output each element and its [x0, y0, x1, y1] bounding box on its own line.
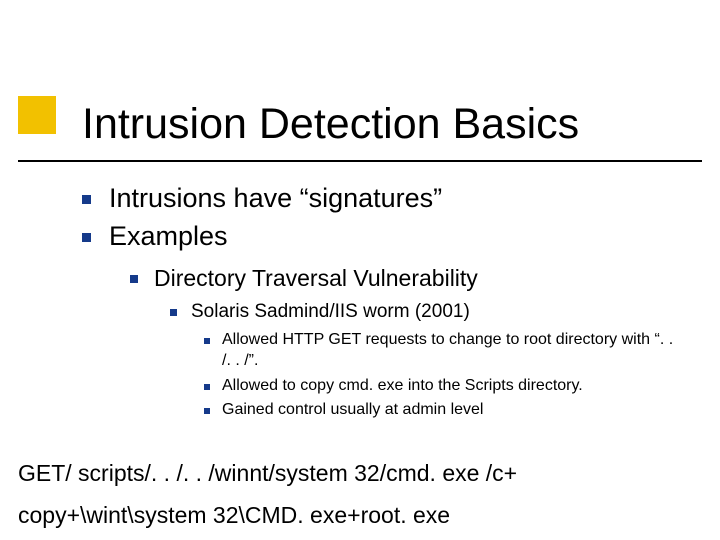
- square-bullet-icon: [170, 309, 177, 316]
- list-item: Allowed HTTP GET requests to change to r…: [204, 330, 682, 372]
- list-item: Allowed to copy cmd. exe into the Script…: [204, 376, 682, 397]
- list-item: Gained control usually at admin level: [204, 400, 682, 421]
- square-bullet-icon: [204, 384, 210, 390]
- square-bullet-icon: [204, 338, 210, 344]
- list-item-text: Solaris Sadmind/IIS worm (2001): [191, 300, 470, 324]
- square-bullet-icon: [204, 408, 210, 414]
- slide-title: Intrusion Detection Basics: [82, 100, 579, 149]
- square-bullet-icon: [82, 233, 91, 242]
- list-item-text: Gained control usually at admin level: [222, 400, 483, 421]
- list-item: Intrusions have “signatures”: [82, 182, 682, 216]
- list-item-text: Intrusions have “signatures”: [109, 182, 442, 216]
- title-underline: [18, 160, 702, 162]
- list-item-text: Examples: [109, 220, 228, 254]
- list-item-text: Directory Traversal Vulnerability: [154, 264, 478, 293]
- list-item: Examples: [82, 220, 682, 254]
- slide: Intrusion Detection Basics Intrusions ha…: [0, 0, 720, 540]
- slide-body: Intrusions have “signatures” Examples Di…: [82, 182, 682, 425]
- code-line-2: copy+\wint\system 32\CMD. exe+root. exe: [18, 502, 450, 529]
- square-bullet-icon: [130, 275, 138, 283]
- list-item: Solaris Sadmind/IIS worm (2001): [170, 300, 682, 324]
- square-bullet-icon: [82, 195, 91, 204]
- list-item: Directory Traversal Vulnerability: [130, 264, 682, 293]
- list-item-text: Allowed to copy cmd. exe into the Script…: [222, 376, 583, 397]
- code-line-1: GET/ scripts/. . /. . /winnt/system 32/c…: [18, 460, 517, 487]
- list-item-text: Allowed HTTP GET requests to change to r…: [222, 330, 682, 372]
- accent-box-icon: [18, 96, 56, 134]
